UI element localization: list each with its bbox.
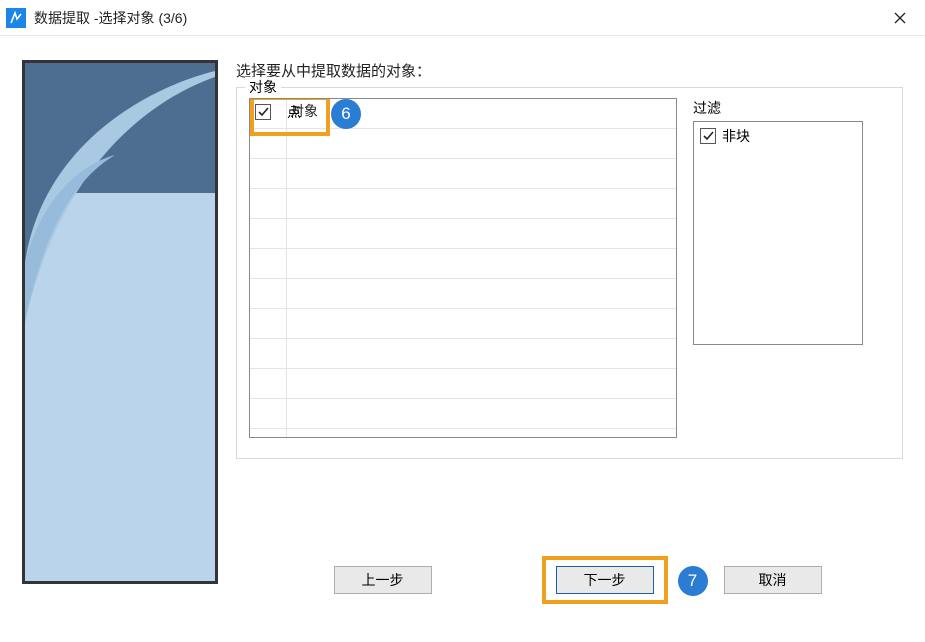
preview-panel — [22, 60, 218, 584]
close-button[interactable] — [883, 4, 917, 32]
objects-fieldset: 对象 对象 点 6 过滤 — [236, 87, 903, 459]
check-icon — [703, 131, 714, 142]
filter-label: 过滤 — [693, 98, 863, 118]
instruction-text: 选择要从中提取数据的对象： — [236, 60, 903, 81]
filter-checkbox[interactable] — [700, 128, 716, 144]
filter-row-label: 非块 — [722, 126, 750, 146]
filter-list[interactable]: 非块 — [693, 121, 863, 345]
step-badge-6: 6 — [331, 99, 361, 129]
titlebar: 数据提取 -选择对象 (3/6) — [0, 0, 925, 36]
object-list-row[interactable]: 点 6 — [255, 102, 301, 122]
object-list[interactable]: 对象 点 6 — [249, 98, 677, 438]
object-row-label: 点 — [281, 102, 301, 122]
content-area: 选择要从中提取数据的对象： 对象 对象 点 6 过滤 — [0, 36, 925, 584]
app-icon — [6, 8, 26, 28]
object-checkbox[interactable] — [255, 104, 271, 120]
main-panel: 选择要从中提取数据的对象： 对象 对象 点 6 过滤 — [236, 60, 903, 584]
filter-panel: 过滤 非块 — [693, 98, 863, 446]
window-title: 数据提取 -选择对象 (3/6) — [34, 8, 187, 28]
prev-button[interactable]: 上一步 — [334, 566, 432, 594]
close-icon — [894, 12, 906, 24]
check-icon — [258, 107, 269, 118]
next-button[interactable]: 下一步 — [556, 566, 654, 594]
wizard-button-row: 上一步 下一步 7 取消 — [0, 556, 925, 604]
filter-row[interactable]: 非块 — [700, 126, 856, 146]
cancel-button[interactable]: 取消 — [724, 566, 822, 594]
step-badge-7: 7 — [678, 566, 708, 596]
objects-legend: 对象 — [245, 77, 281, 97]
step-highlight-7: 下一步 7 — [542, 556, 668, 604]
